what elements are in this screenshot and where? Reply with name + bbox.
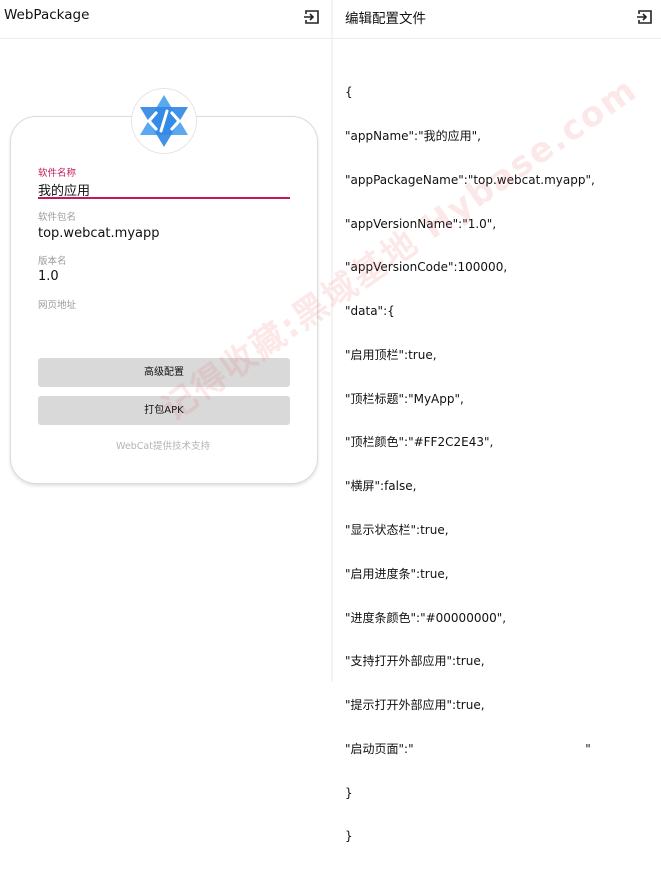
app-name-label: 软件名称: [38, 168, 77, 179]
version-name-label: 版本名: [38, 256, 67, 267]
json-line: }: [345, 829, 353, 844]
json-line: "appVersionName":"1.0",: [345, 216, 497, 231]
web-url-input[interactable]: [38, 313, 290, 331]
app-logo: [131, 88, 197, 154]
json-line: "提示打开外部应用":true,: [345, 698, 485, 713]
json-line: "启用进度条":true,: [345, 566, 449, 581]
json-line: "启动页面":" ": [345, 741, 591, 756]
json-line: "启用顶栏":true,: [345, 347, 437, 362]
json-editor[interactable]: { "appName":"我的应用", "appPackageName":"to…: [345, 56, 595, 873]
version-name-input[interactable]: 1.0: [38, 269, 59, 284]
json-line: "顶栏标题":"MyApp",: [345, 391, 464, 406]
json-line: "顶栏颜色":"#FF2C2E43",: [345, 435, 494, 450]
advanced-config-button[interactable]: 高级配置: [38, 358, 290, 387]
support-text: WebCat提供技术支持: [116, 441, 210, 452]
package-screen: WebPackage 软件名称 我的应用 软件包名 top.webcat.mya…: [0, 0, 331, 682]
app-name-underline: [38, 197, 290, 199]
build-apk-button[interactable]: 打包APK: [38, 396, 290, 425]
json-line: "横屏":false,: [345, 479, 417, 494]
json-line: "appPackageName":"top.webcat.myapp",: [345, 172, 595, 187]
json-line: "appName":"我的应用",: [345, 128, 481, 143]
json-line: "进度条颜色":"#00000000",: [345, 610, 507, 625]
editor-title: 编辑配置文件: [345, 11, 426, 27]
config-editor-screen: 编辑配置文件 { "appName":"我的应用", "appPackageNa…: [333, 0, 661, 843]
json-line: "data":{: [345, 304, 395, 319]
package-name-input[interactable]: top.webcat.myapp: [38, 226, 160, 241]
exit-icon[interactable]: [636, 8, 654, 26]
json-line: "appVersionCode":100000,: [345, 260, 508, 275]
package-name-label: 软件包名: [38, 212, 77, 223]
json-line: "支持打开外部应用":true,: [345, 654, 485, 669]
json-line: {: [345, 85, 353, 100]
web-url-label: 网页地址: [38, 300, 77, 311]
json-line: "显示状态栏":true,: [345, 523, 449, 537]
app-bar: WebPackage: [0, 0, 331, 39]
exit-icon[interactable]: [303, 8, 321, 26]
code-logo-icon: [140, 95, 188, 147]
editor-app-bar: 编辑配置文件: [333, 0, 661, 39]
json-line: }: [345, 785, 353, 800]
app-title: WebPackage: [4, 7, 90, 23]
